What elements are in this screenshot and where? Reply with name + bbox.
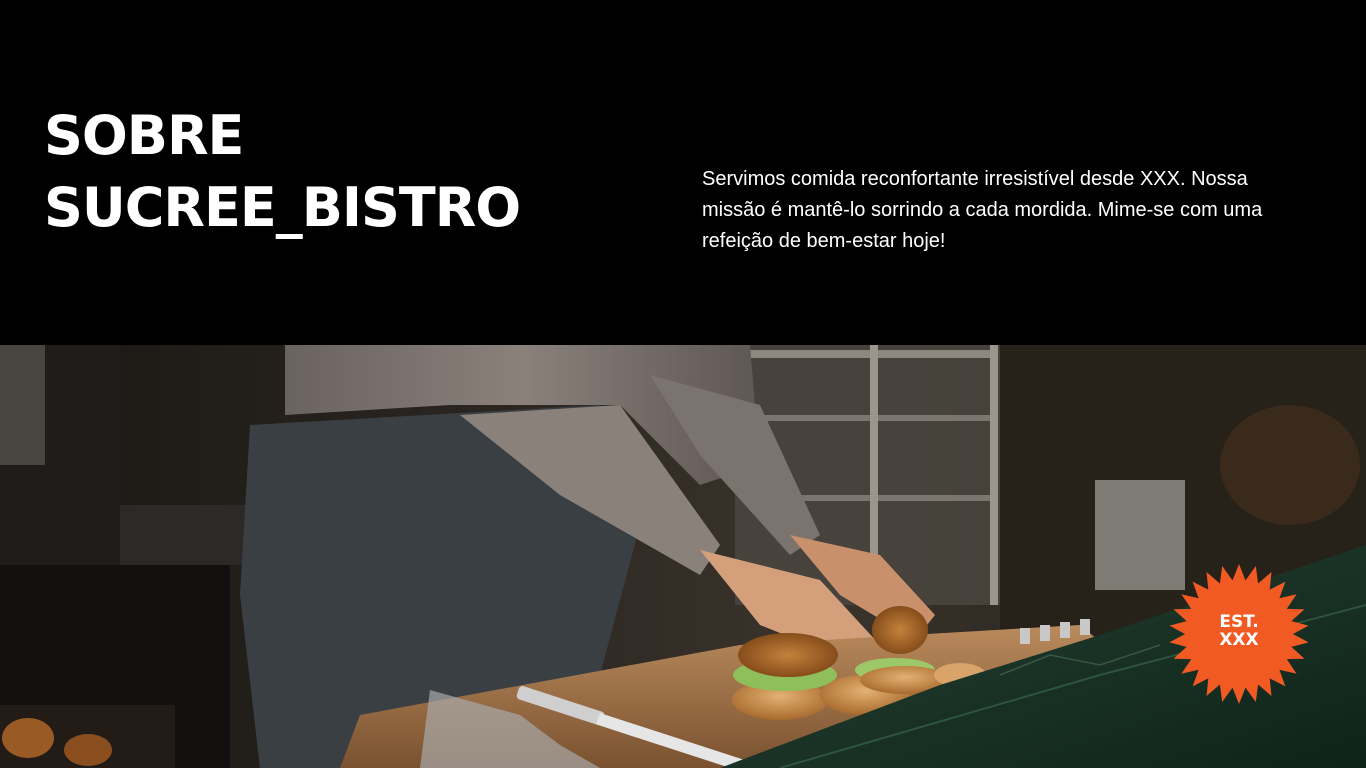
title-line-2: SUCREE_BISTRO <box>44 176 521 239</box>
title-line-1: SOBRE <box>44 104 244 167</box>
badge-line-1: EST. <box>1219 612 1259 632</box>
page-title: SOBRE SUCREE_BISTRO <box>44 100 521 244</box>
about-slide: SOBRE SUCREE_BISTRO Servimos comida reco… <box>0 0 1366 768</box>
established-badge: EST. XXX <box>1168 563 1310 705</box>
badge-text: EST. XXX <box>1168 613 1310 649</box>
header-section: SOBRE SUCREE_BISTRO Servimos comida reco… <box>0 0 1366 345</box>
chef-preparing-burgers-image <box>0 345 1366 768</box>
kitchen-photo <box>0 345 1366 768</box>
description-text: Servimos comida reconfortante irresistív… <box>702 168 1263 252</box>
badge-line-2: XXX <box>1219 630 1259 650</box>
